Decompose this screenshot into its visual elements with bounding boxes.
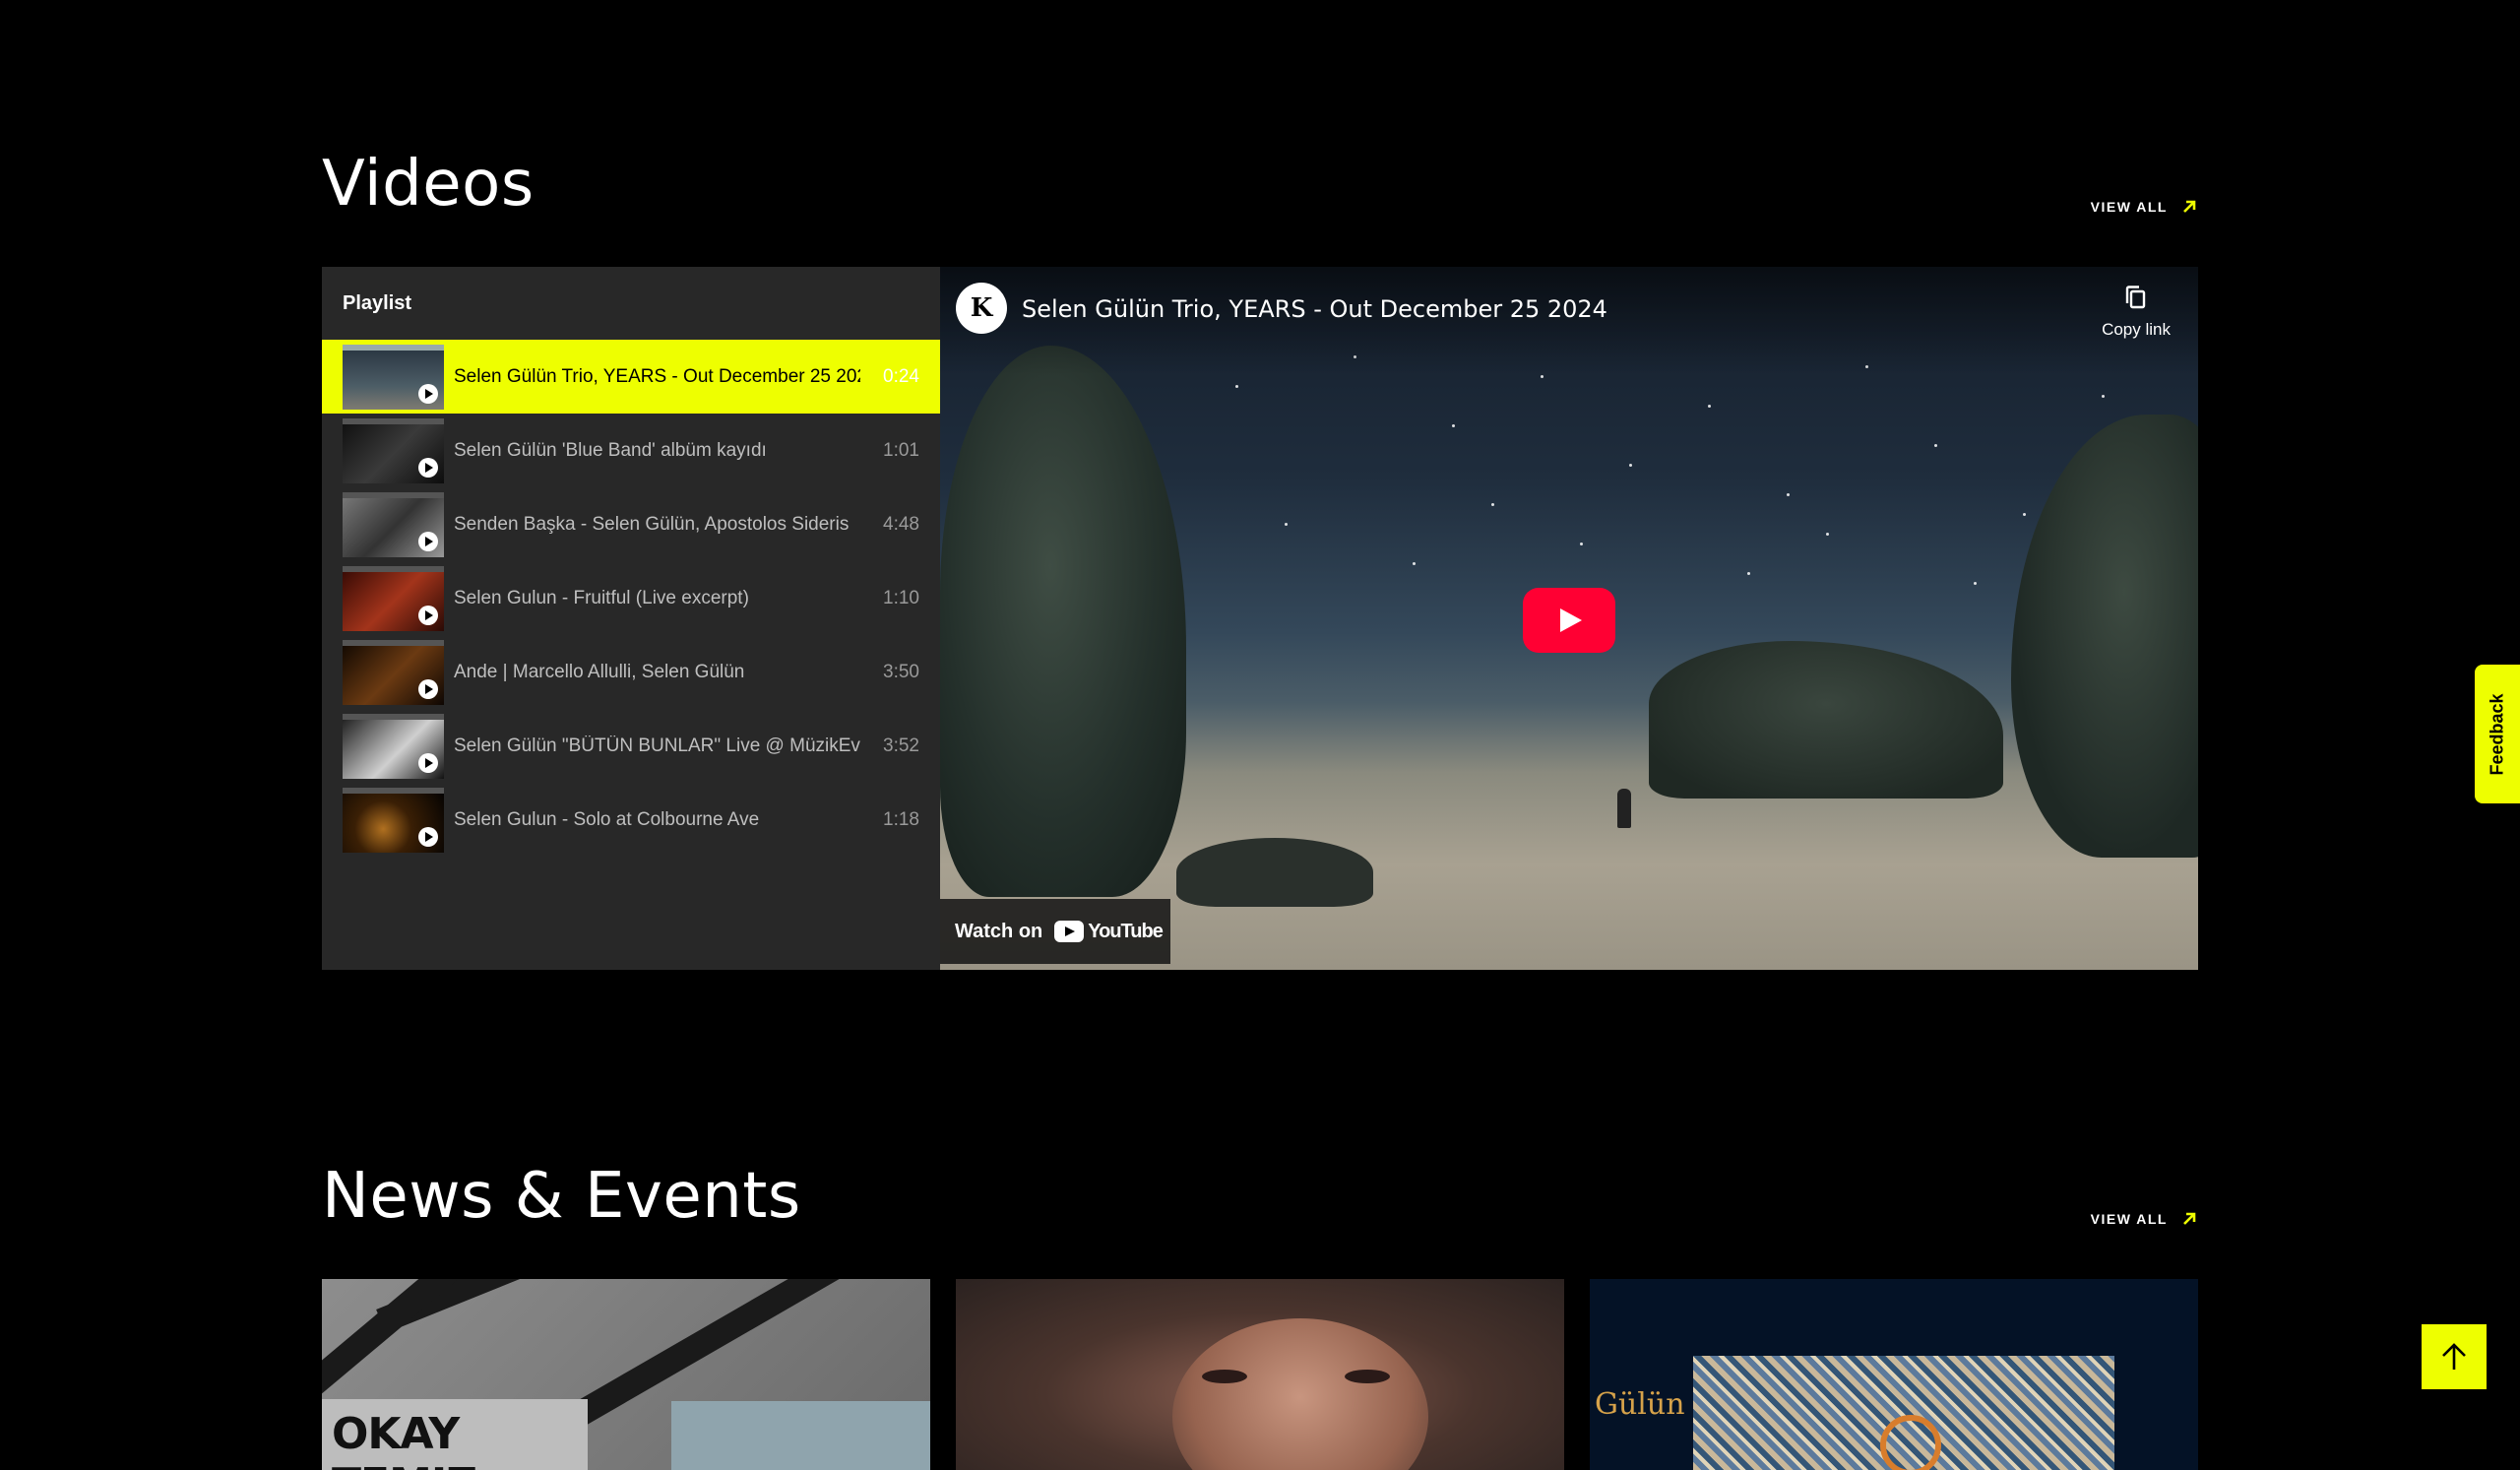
playlist-item-title: Selen Gülün "BÜTÜN BUNLAR" Live @ MüzikE… xyxy=(454,735,860,756)
feedback-label: Feedback xyxy=(2487,692,2507,776)
playlist-item-duration: 3:52 xyxy=(883,735,919,756)
player-video-title[interactable]: Selen Gülün Trio, YEARS - Out December 2… xyxy=(1022,295,1607,323)
youtube-logo: YouTube xyxy=(1054,920,1164,943)
play-icon xyxy=(418,383,438,404)
arrow-up-right-icon xyxy=(2183,200,2196,213)
news-card-image-text: OKAY TEMIZ xyxy=(322,1399,588,1470)
playlist-panel: Playlist Selen Gülün Trio, YEARS - Out D… xyxy=(322,267,940,970)
playlist-item[interactable]: Senden Başka - Selen Gülün, Apostolos Si… xyxy=(322,487,940,561)
videos-view-all-link[interactable]: VIEW ALL xyxy=(2091,197,2199,217)
news-card[interactable]: OKAY TEMIZ xyxy=(322,1279,930,1470)
copy-link-button[interactable]: Copy link xyxy=(2102,285,2171,340)
playlist-item-title: Selen Gulun - Fruitful (Live excerpt) xyxy=(454,587,749,608)
video-thumbnail xyxy=(343,417,444,483)
portrait-eye xyxy=(1202,1370,1247,1383)
playlist-item[interactable]: Selen Gülün "BÜTÜN BUNLAR" Live @ MüzikE… xyxy=(322,709,940,783)
channel-avatar[interactable]: K xyxy=(956,283,1007,334)
portrait-eye xyxy=(1345,1370,1390,1383)
video-thumbnail xyxy=(343,344,444,410)
person-figure xyxy=(1617,789,1631,828)
video-section: Playlist Selen Gülün Trio, YEARS - Out D… xyxy=(322,267,2198,970)
playlist-header: Playlist xyxy=(343,291,412,314)
playlist-item[interactable]: Selen Gulun - Solo at Colbourne Ave 1:18 xyxy=(322,783,940,857)
news-card[interactable]: Gülün xyxy=(1590,1279,2198,1470)
video-thumbnail xyxy=(343,491,444,557)
playlist-item[interactable]: Selen Gülün 'Blue Band' albüm kayıdı 1:0… xyxy=(322,414,940,487)
video-thumbnail xyxy=(343,639,444,705)
play-icon xyxy=(418,457,438,478)
playlist-item-title: Selen Gülün Trio, YEARS - Out December 2… xyxy=(454,365,860,387)
news-card-image-text: Gülün xyxy=(1595,1387,1685,1422)
news-card-image-block xyxy=(671,1401,930,1470)
playlist-item-title: Senden Başka - Selen Gülün, Apostolos Si… xyxy=(454,513,850,535)
play-icon xyxy=(418,752,438,773)
playlist-item-title: Selen Gulun - Solo at Colbourne Ave xyxy=(454,808,760,830)
feedback-tab[interactable]: Feedback xyxy=(2475,665,2520,803)
play-icon xyxy=(418,531,438,551)
watch-on-youtube-button[interactable]: Watch on YouTube xyxy=(940,899,1170,964)
play-icon xyxy=(418,678,438,699)
youtube-player[interactable]: K Selen Gülün Trio, YEARS - Out December… xyxy=(940,267,2198,970)
playlist-item-duration: 3:50 xyxy=(883,661,919,682)
view-all-label: VIEW ALL xyxy=(2090,199,2168,215)
playlist-item-duration: 1:01 xyxy=(883,439,919,461)
playlist-item-duration: 0:24 xyxy=(883,365,919,387)
video-thumbnail xyxy=(343,713,444,779)
rock-foreground xyxy=(1176,838,1373,907)
copy-icon xyxy=(2125,286,2146,309)
view-all-label: VIEW ALL xyxy=(2090,1211,2168,1227)
youtube-icon xyxy=(1054,921,1085,942)
news-view-all-link[interactable]: VIEW ALL xyxy=(2091,1209,2199,1229)
mosaic-artwork xyxy=(1693,1356,2114,1470)
youtube-play-button[interactable] xyxy=(1523,588,1615,653)
playlist-item[interactable]: Ande | Marcello Allulli, Selen Gülün 3:5… xyxy=(322,635,940,709)
youtube-wordmark: YouTube xyxy=(1088,920,1164,942)
playlist-item-duration: 1:10 xyxy=(883,587,919,608)
play-icon xyxy=(418,826,438,847)
video-thumbnail xyxy=(343,565,444,631)
playlist-item-title: Ande | Marcello Allulli, Selen Gülün xyxy=(454,661,745,682)
arrow-up-right-icon xyxy=(2183,1212,2196,1225)
playlist-item-duration: 1:18 xyxy=(883,808,919,830)
videos-heading: Videos xyxy=(322,148,535,221)
portrait-face xyxy=(1172,1318,1428,1470)
rock-right xyxy=(2011,415,2198,858)
news-heading: News & Events xyxy=(322,1160,801,1233)
playlist-item[interactable]: Selen Gulun - Fruitful (Live excerpt) 1:… xyxy=(322,561,940,635)
rock-left xyxy=(940,346,1186,897)
playlist-item-title: Selen Gülün 'Blue Band' albüm kayıdı xyxy=(454,439,767,461)
watch-on-label: Watch on xyxy=(955,920,1043,942)
news-card[interactable] xyxy=(956,1279,1564,1470)
playlist-item-duration: 4:48 xyxy=(883,513,919,535)
rock-mid xyxy=(1649,641,2003,799)
arrow-up-icon xyxy=(2442,1343,2466,1370)
playlist-item[interactable]: Selen Gülün Trio, YEARS - Out December 2… xyxy=(322,340,940,414)
video-thumbnail xyxy=(343,787,444,853)
copy-link-label: Copy link xyxy=(2102,320,2171,339)
scroll-to-top-button[interactable] xyxy=(2422,1324,2487,1389)
play-icon xyxy=(418,605,438,625)
